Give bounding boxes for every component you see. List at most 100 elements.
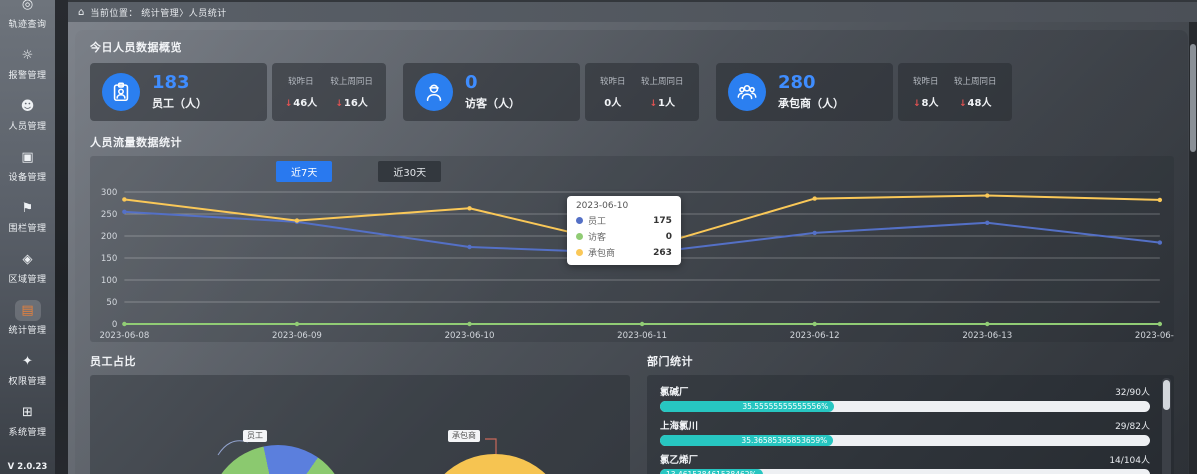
svg-text:100: 100 xyxy=(101,276,117,286)
tooltip-series-value: 175 xyxy=(653,216,672,226)
stat-card-compare: 较昨日 ↓0人 较上周同日 ↓1人 xyxy=(585,63,699,121)
sidebar-item-device[interactable]: ▣ 设备管理 xyxy=(0,139,55,190)
sidebar-item-track[interactable]: ◎ 轨迹查询 xyxy=(0,0,55,37)
department-count: 14/104人 xyxy=(1109,453,1150,466)
compare-value: 46人 xyxy=(293,98,317,109)
department-row: 氯乙烯厂 14/104人 13.461538461538462% xyxy=(660,452,1150,474)
stat-card-main[interactable]: 0 访客（人） xyxy=(403,63,580,121)
department-name: 氯乙烯厂 xyxy=(660,452,698,466)
department-stats-section: 部门统计 氯碱厂 32/90人 35.55555555555556% 上海氯川 … xyxy=(647,353,1174,474)
employee-badge-icon xyxy=(102,73,140,111)
device-icon: ▣ xyxy=(21,151,33,164)
contractor-pie-label: 承包商 xyxy=(448,430,480,442)
department-count: 29/82人 xyxy=(1115,419,1150,432)
range-tab-30d[interactable]: 近30天 xyxy=(378,161,441,182)
compare-column: 较上周同日 ↓1人 xyxy=(641,75,684,109)
sidebar-item-alarm[interactable]: ☼ 报警管理 xyxy=(0,37,55,88)
sidebar-item-personnel[interactable]: ☻ 人员管理 xyxy=(0,88,55,139)
stat-card-group: 0 访客（人） 较昨日 ↓0人 较上周同日 ↓1人 xyxy=(403,63,699,121)
department-rows: 氯碱厂 32/90人 35.55555555555556% 上海氯川 29/82… xyxy=(647,375,1174,474)
stat-card-main[interactable]: 280 承包商（人） xyxy=(716,63,893,121)
sidebar: ◎ 轨迹查询 ☼ 报警管理 ☻ 人员管理 ▣ 设备管理 ⚑ 围栏管理 ◈ 区域管… xyxy=(0,0,55,474)
bottom-row: 员工占比 员工 承包商 部门统计 xyxy=(90,353,1174,474)
chart-tooltip: 2023-06-10 员工 175 访客 0 承包商 263 xyxy=(567,196,681,265)
trend-down-icon: ↓ xyxy=(959,99,967,109)
department-name: 上海氯川 xyxy=(660,418,698,432)
sidebar-edge xyxy=(55,0,68,474)
compare-value: 48人 xyxy=(968,98,992,109)
department-bar-fill: 13.461538461538462% xyxy=(660,469,763,474)
app-version: V 2.0.23 xyxy=(0,462,55,472)
sidebar-item-area[interactable]: ◈ 区域管理 xyxy=(0,241,55,292)
home-icon[interactable]: ⌂ xyxy=(78,7,84,18)
svg-text:50: 50 xyxy=(106,298,117,308)
svg-text:250: 250 xyxy=(101,210,117,220)
system-icon: ⊞ xyxy=(22,406,33,419)
series-dot-icon xyxy=(576,249,583,256)
stat-card-compare: 较昨日 ↓8人 较上周同日 ↓48人 xyxy=(898,63,1012,121)
department-stats-panel: 氯碱厂 32/90人 35.55555555555556% 上海氯川 29/82… xyxy=(647,375,1174,474)
sidebar-item-stats[interactable]: ▤ 统计管理 xyxy=(0,292,55,343)
sidebar-items: ◎ 轨迹查询 ☼ 报警管理 ☻ 人员管理 ▣ 设备管理 ⚑ 围栏管理 ◈ 区域管… xyxy=(0,0,55,445)
contractor-icon xyxy=(728,73,766,111)
flow-title: 人员流量数据统计 xyxy=(90,134,1174,150)
series-dot-icon xyxy=(576,233,583,240)
compare-label: 较上周同日 xyxy=(330,75,373,87)
svg-text:2023-06-14: 2023-06-14 xyxy=(1135,331,1174,341)
compare-column: 较上周同日 ↓16人 xyxy=(330,75,373,109)
svg-text:2023-06-08: 2023-06-08 xyxy=(99,331,149,341)
svg-text:2023-06-12: 2023-06-12 xyxy=(790,331,840,341)
tooltip-row: 访客 0 xyxy=(576,230,672,243)
page-scrollbar-thumb[interactable] xyxy=(1190,44,1196,152)
content-panel: 今日人员数据概览 183 员工（人） 较昨日 ↓46人 较上周同日 ↓16人 0… xyxy=(75,30,1188,474)
svg-text:2023-06-13: 2023-06-13 xyxy=(962,331,1012,341)
department-name: 氯碱厂 xyxy=(660,384,689,398)
svg-text:2023-06-10: 2023-06-10 xyxy=(445,331,495,341)
svg-text:0: 0 xyxy=(112,320,117,330)
stat-value: 183 xyxy=(152,73,207,93)
sidebar-item-permission[interactable]: ✦ 权限管理 xyxy=(0,343,55,394)
tooltip-series-name: 访客 xyxy=(588,230,661,243)
tooltip-series-value: 0 xyxy=(666,232,672,242)
svg-text:2023-06-09: 2023-06-09 xyxy=(272,331,322,341)
department-stats-title: 部门统计 xyxy=(647,353,1174,369)
page-scrollbar[interactable] xyxy=(1189,22,1197,474)
employee-pie-label: 员工 xyxy=(243,430,267,442)
stat-card-compare: 较昨日 ↓46人 较上周同日 ↓16人 xyxy=(272,63,386,121)
overview-cards: 183 员工（人） 较昨日 ↓46人 较上周同日 ↓16人 0 访客（人） 较昨… xyxy=(90,63,1174,121)
fence-icon: ⚑ xyxy=(22,202,34,215)
contractor-pie-callout-line xyxy=(484,436,504,456)
department-scrollbar-thumb[interactable] xyxy=(1163,380,1170,410)
range-tabs: 近7天 近30天 xyxy=(276,161,1174,182)
person-icon: ☻ xyxy=(21,100,35,113)
permission-icon: ✦ xyxy=(22,355,33,368)
trend-down-icon: ↓ xyxy=(335,99,343,109)
visitor-icon xyxy=(415,73,453,111)
department-row: 上海氯川 29/82人 35.36585365853659% xyxy=(660,418,1150,446)
sidebar-item-fence[interactable]: ⚑ 围栏管理 xyxy=(0,190,55,241)
department-scrollbar[interactable] xyxy=(1162,378,1171,474)
area-icon: ◈ xyxy=(23,253,33,266)
compare-column: 较上周同日 ↓48人 xyxy=(954,75,997,109)
stat-card-group: 280 承包商（人） 较昨日 ↓8人 较上周同日 ↓48人 xyxy=(716,63,1012,121)
employee-ratio-section: 员工占比 员工 承包商 xyxy=(90,353,630,474)
stat-label: 访客（人） xyxy=(465,95,520,111)
compare-label: 较上周同日 xyxy=(641,75,684,87)
trend-down-icon: ↓ xyxy=(649,99,657,109)
trend-down-icon: ↓ xyxy=(285,99,293,109)
range-tab-7d[interactable]: 近7天 xyxy=(276,161,332,182)
compare-label: 较昨日 xyxy=(285,75,317,87)
stat-card-main[interactable]: 183 员工（人） xyxy=(90,63,267,121)
compare-value: 1人 xyxy=(658,98,675,109)
compare-value: 8人 xyxy=(922,98,939,109)
employee-ratio-panel: 员工 承包商 xyxy=(90,375,630,474)
alarm-icon: ☼ xyxy=(22,49,34,62)
department-bar-track: 35.36585365853659% xyxy=(660,435,1150,446)
tooltip-row: 承包商 263 xyxy=(576,246,672,259)
sidebar-item-system[interactable]: ⊞ 系统管理 xyxy=(0,394,55,445)
department-bar-fill: 35.55555555555556% xyxy=(660,401,834,412)
contractor-pie-chart[interactable] xyxy=(421,454,569,474)
stat-label: 员工（人） xyxy=(152,95,207,111)
compare-value: 0人 xyxy=(604,98,621,109)
department-bar-fill: 35.36585365853659% xyxy=(660,435,833,446)
